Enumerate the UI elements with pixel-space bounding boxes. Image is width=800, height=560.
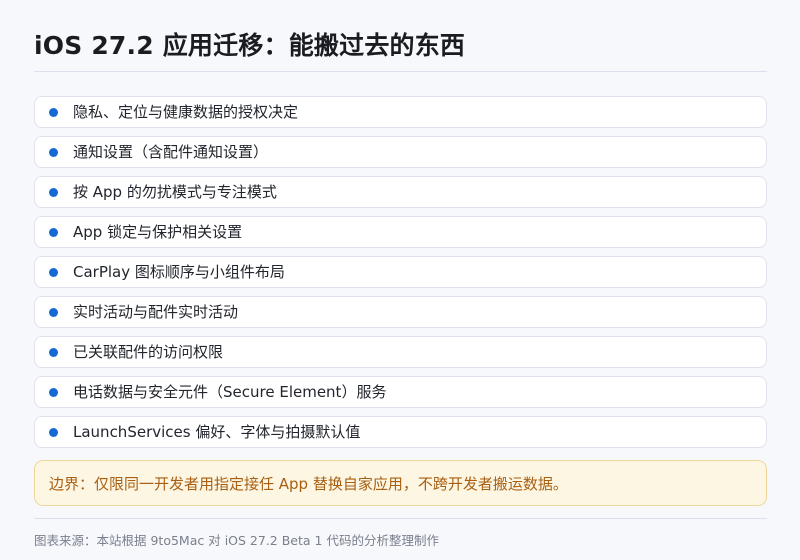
list-item: 按 App 的勿扰模式与专注模式 xyxy=(34,176,767,208)
list-item-label: 实时活动与配件实时活动 xyxy=(73,303,239,321)
list-item: 已关联配件的访问权限 xyxy=(34,336,767,368)
title-divider xyxy=(34,71,767,72)
list-item-label: 已关联配件的访问权限 xyxy=(73,343,224,361)
list-item: 通知设置（含配件通知设置） xyxy=(34,136,767,168)
boundary-note: 边界：仅限同一开发者用指定接任 App 替换自家应用，不跨开发者搬运数据。 xyxy=(34,460,767,506)
page-title: iOS 27.2 应用迁移：能搬过去的东西 xyxy=(34,31,466,60)
list-item-label: CarPlay 图标顺序与小组件布局 xyxy=(73,263,285,281)
list-item: LaunchServices 偏好、字体与拍摄默认值 xyxy=(34,416,767,448)
list-item-label: 隐私、定位与健康数据的授权决定 xyxy=(73,103,299,121)
bullet-dot-icon xyxy=(49,227,58,237)
boundary-note-text: 边界：仅限同一开发者用指定接任 App 替换自家应用，不跨开发者搬运数据。 xyxy=(49,474,568,493)
list-item: 隐私、定位与健康数据的授权决定 xyxy=(34,96,767,128)
bullet-dot-icon xyxy=(49,147,58,157)
list-item-label: 电话数据与安全元件（Secure Element）服务 xyxy=(73,383,387,401)
list-item-label: App 锁定与保护相关设置 xyxy=(73,223,243,241)
list-item: 实时活动与配件实时活动 xyxy=(34,296,767,328)
bullet-dot-icon xyxy=(49,347,58,357)
footer-divider xyxy=(34,518,767,519)
list-item-label: 通知设置（含配件通知设置） xyxy=(73,143,269,161)
source-caption: 图表来源：本站根据 9to5Mac 对 iOS 27.2 Beta 1 代码的分… xyxy=(34,533,439,548)
bullet-dot-icon xyxy=(49,107,58,117)
list-item: App 锁定与保护相关设置 xyxy=(34,216,767,248)
list-item: CarPlay 图标顺序与小组件布局 xyxy=(34,256,767,288)
migration-items-list: 隐私、定位与健康数据的授权决定 通知设置（含配件通知设置） 按 App 的勿扰模… xyxy=(34,96,767,448)
bullet-dot-icon xyxy=(49,267,58,277)
bullet-dot-icon xyxy=(49,387,58,397)
page: iOS 27.2 应用迁移：能搬过去的东西 隐私、定位与健康数据的授权决定 通知… xyxy=(0,0,800,560)
bullet-dot-icon xyxy=(49,427,58,437)
list-item-label: LaunchServices 偏好、字体与拍摄默认值 xyxy=(73,423,361,441)
list-item: 电话数据与安全元件（Secure Element）服务 xyxy=(34,376,767,408)
bullet-dot-icon xyxy=(49,187,58,197)
list-item-label: 按 App 的勿扰模式与专注模式 xyxy=(73,183,277,201)
bullet-dot-icon xyxy=(49,307,58,317)
